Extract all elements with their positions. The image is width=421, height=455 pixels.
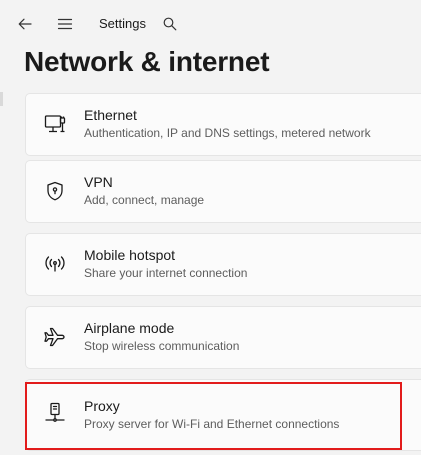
vpn-item[interactable]: VPN Add, connect, manage [25,160,421,223]
page-title: Network & internet [24,46,270,77]
vpn-subtitle: Add, connect, manage [84,193,205,207]
airplane-mode-item[interactable]: Airplane mode Stop wireless communicatio… [25,306,421,369]
ethernet-item[interactable]: Ethernet Authentication, IP and DNS sett… [25,93,421,156]
vpn-title: VPN [84,174,113,190]
search-icon[interactable] [156,10,184,38]
app-title: Settings [99,16,146,31]
hamburger-menu-icon[interactable] [51,10,79,38]
scroll-edge-marker [0,92,3,106]
back-arrow-icon[interactable] [11,10,39,38]
mobile-hotspot-title: Mobile hotspot [84,247,176,263]
ethernet-subtitle: Authentication, IP and DNS settings, met… [84,126,371,140]
ethernet-icon [42,111,68,137]
mobile-hotspot-subtitle: Share your internet connection [84,266,248,280]
vpn-shield-icon [42,178,68,204]
proxy-item[interactable]: Proxy Proxy server for Wi-Fi and Etherne… [25,379,421,451]
proxy-icon [42,400,68,426]
mobile-hotspot-item[interactable]: Mobile hotspot Share your internet conne… [25,233,421,296]
title-bar: Settings [0,0,421,48]
ethernet-title: Ethernet [84,107,137,123]
mobile-hotspot-icon [42,251,68,277]
proxy-title: Proxy [84,398,120,414]
proxy-subtitle: Proxy server for Wi-Fi and Ethernet conn… [84,417,340,431]
airplane-mode-title: Airplane mode [84,320,175,336]
airplane-mode-subtitle: Stop wireless communication [84,339,240,353]
airplane-icon [42,324,68,350]
